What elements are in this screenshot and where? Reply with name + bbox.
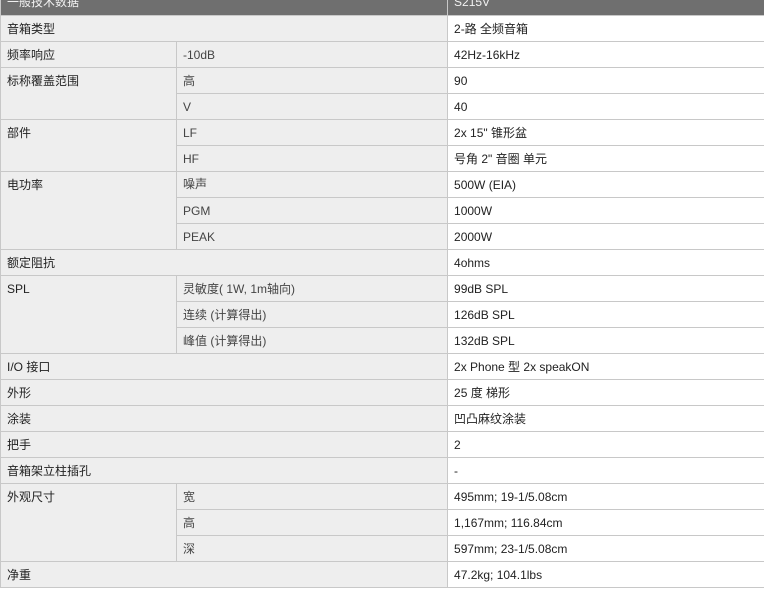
row-label: 电功率 [0,171,177,250]
row-value: 90 [447,67,764,94]
row-value: 500W (EIA) [447,171,764,198]
row-label: 把手 [0,431,449,458]
model-name: S215V [447,0,764,16]
row-value: 495mm; 19-1/5.08cm [447,483,764,510]
table-row: 音箱架立柱插孔 - [0,457,764,484]
row-sublabel: 高 [175,509,449,536]
row-label: 涂装 [0,405,449,432]
row-sublabel: 深 [175,535,449,562]
row-sublabel: PEAK [175,223,449,250]
table-row: 把手 2 [0,431,764,458]
row-value: 2000W [447,223,764,250]
row-label: 外形 [0,379,449,406]
row-label: 音箱类型 [0,15,449,42]
table-row: 额定阻抗 4ohms [0,249,764,276]
row-sublabel: PGM [175,197,449,224]
spec-table: 一般技术数据 S215V 音箱类型 2-路 全频音箱 频率响应 -10dB 42… [0,0,764,588]
row-sublabel: 峰值 (计算得出) [175,327,449,354]
row-value: 99dB SPL [447,275,764,302]
table-row: 频率响应 -10dB 42Hz-16kHz [0,41,764,68]
row-label: 音箱架立柱插孔 [0,457,449,484]
row-label: 频率响应 [0,41,177,68]
row-label: 额定阻抗 [0,249,449,276]
row-value: 47.2kg; 104.1lbs [447,561,764,588]
table-row: 电功率 噪声 500W (EIA) [0,171,764,250]
row-sublabel: 连续 (计算得出) [175,301,449,328]
row-value: 126dB SPL [447,301,764,328]
row-value: 1,167mm; 116.84cm [447,509,764,536]
row-value: 132dB SPL [447,327,764,354]
spec-sheet: 一般技术数据 S215V 音箱类型 2-路 全频音箱 频率响应 -10dB 42… [0,0,764,610]
row-value: 2x Phone 型 2x speakON [447,353,764,380]
table-row: 净重 47.2kg; 104.1lbs [0,561,764,588]
row-sublabel: 高 [175,67,449,94]
row-value: - [447,457,764,484]
row-value: 凹凸麻纹涂装 [447,405,764,432]
row-value: 1000W [447,197,764,224]
row-value: 40 [447,93,764,120]
row-label: 标称覆盖范围 [0,67,177,120]
row-label: 外观尺寸 [0,483,177,562]
row-label: I/O 接口 [0,353,449,380]
row-sublabel: 灵敏度( 1W, 1m轴向) [175,275,449,302]
header-label: 一般技术数据 [0,0,449,16]
row-value: 2x 15" 锥形盆 [447,119,764,146]
table-row: 外观尺寸 宽 495mm; 19-1/5.08cm [0,483,764,562]
table-row: 外形 25 度 梯形 [0,379,764,406]
row-label: 部件 [0,119,177,172]
table-row: 部件 LF 2x 15" 锥形盆 [0,119,764,172]
table-row: SPL 灵敏度( 1W, 1m轴向) 99dB SPL [0,275,764,354]
row-label: SPL [0,275,177,354]
table-row: 音箱类型 2-路 全频音箱 [0,15,764,42]
row-label: 净重 [0,561,449,588]
row-value: 号角 2" 音圈 单元 [447,145,764,172]
row-value: 2 [447,431,764,458]
table-row: 标称覆盖范围 高 90 [0,67,764,120]
table-row: 涂装 凹凸麻纹涂装 [0,405,764,432]
row-value: 4ohms [447,249,764,276]
row-sublabel: HF [175,145,449,172]
row-value: 25 度 梯形 [447,379,764,406]
row-value: 42Hz-16kHz [447,41,764,68]
row-sublabel: V [175,93,449,120]
table-row: I/O 接口 2x Phone 型 2x speakON [0,353,764,380]
table-header-row: 一般技术数据 S215V [0,0,764,16]
row-value: 2-路 全频音箱 [447,15,764,42]
row-sublabel: LF [175,119,449,146]
row-sublabel: 噪声 [175,171,449,198]
row-value: 597mm; 23-1/5.08cm [447,535,764,562]
row-sublabel: 宽 [175,483,449,510]
row-sublabel: -10dB [175,41,449,68]
